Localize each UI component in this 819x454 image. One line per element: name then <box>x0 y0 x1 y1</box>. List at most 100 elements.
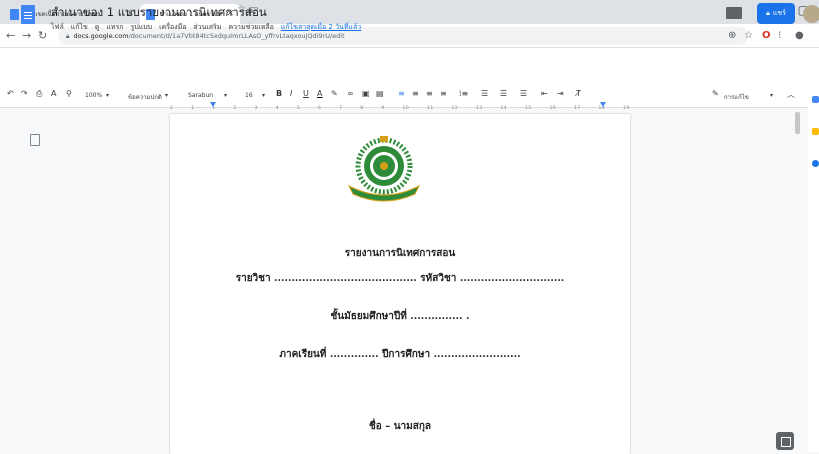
align-justify-icon[interactable]: ≡ <box>440 89 447 98</box>
zoom-select[interactable]: 100% <box>85 92 102 99</box>
chevron-up-icon[interactable]: ︿ <box>787 89 795 100</box>
menu-insert[interactable]: แทรก <box>106 22 123 33</box>
menu-file[interactable]: ไฟล์ <box>51 22 64 33</box>
undo-icon[interactable]: ↶ <box>7 89 14 98</box>
ruler-tick: 1 <box>191 105 195 111</box>
last-edit-link[interactable]: แก้ไขล่าสุดเมื่อ 2 วันที่แล้ว <box>281 22 361 33</box>
text-color-icon[interactable]: A <box>317 89 322 98</box>
indent-marker-icon[interactable] <box>210 102 216 107</box>
tasks-icon[interactable] <box>812 160 819 167</box>
spellcheck-icon[interactable]: A <box>51 89 56 98</box>
align-right-icon[interactable]: ≡ <box>426 89 433 98</box>
comment-add-icon[interactable]: ▣ <box>362 89 370 98</box>
chevron-down-icon: ▾ <box>262 92 266 99</box>
title-icons: ☆ ▭ <box>237 4 259 15</box>
grade-line: ชั้นมัธยมศึกษาปีที่ ............... . <box>330 311 470 322</box>
pencil-icon: ✎ <box>712 89 719 98</box>
align-left-icon[interactable]: ≡ <box>398 89 405 98</box>
avatar[interactable] <box>803 5 819 23</box>
move-folder-icon[interactable]: ▭ <box>249 4 258 15</box>
style-select[interactable]: ข้อความปกติ <box>128 92 162 102</box>
menu-help[interactable]: ความช่วยเหลือ <box>228 22 273 33</box>
vertical-scrollbar[interactable] <box>795 112 800 134</box>
ruler-tick: 11 <box>427 105 434 111</box>
name-line: ชื่อ – นามสกุล <box>368 421 432 432</box>
url-host: docs.google.com <box>73 32 129 40</box>
ruler-tick: 10 <box>402 105 410 111</box>
ruler-tick: 8 <box>360 105 364 111</box>
ruler-tick: 13 <box>476 105 483 111</box>
docs-logo-icon[interactable] <box>21 5 35 24</box>
subject-line: รายวิชา ................................… <box>235 273 565 284</box>
docs-header <box>0 48 819 86</box>
document-title[interactable]: สำเนาของ 1 แบบรายงานการนิเทศการสอน <box>51 4 267 22</box>
ruler-tick: 17 <box>574 105 581 111</box>
document-heading: รายงานการนิเทศการสอน <box>344 248 456 259</box>
school-logo <box>347 136 421 202</box>
align-center-icon[interactable]: ≡ <box>412 89 419 98</box>
decrease-indent-icon[interactable]: ⇤ <box>541 89 548 98</box>
menu-edit[interactable]: แก้ไข <box>71 22 88 33</box>
line-spacing-icon[interactable]: ⁞≡ <box>459 89 468 98</box>
ruler-tick: 9 <box>381 105 385 111</box>
ruler-tick: 12 <box>451 105 459 111</box>
editing-mode-select[interactable]: การแก้ไข <box>724 92 749 102</box>
checklist-icon[interactable]: ☰ <box>481 89 488 98</box>
side-panel <box>808 86 819 452</box>
back-icon[interactable]: ← <box>6 29 15 42</box>
chevron-down-icon: ▾ <box>165 92 169 99</box>
share-label: แชร์ <box>772 9 786 17</box>
ruler-tick: 14 <box>500 105 508 111</box>
chevron-down-icon: ▾ <box>770 92 774 99</box>
numbered-list-icon[interactable]: ☰ <box>520 89 527 98</box>
ruler-tick: 7 <box>339 105 343 111</box>
keep-icon[interactable] <box>812 128 819 135</box>
ruler-tick: 6 <box>317 105 322 111</box>
share-button[interactable]: 🔒︎ แชร์ <box>757 3 795 24</box>
ruler-tick: 15 <box>525 105 532 111</box>
highlight-icon[interactable]: ✎ <box>331 89 338 98</box>
underline-icon[interactable]: U <box>303 89 309 98</box>
redo-icon[interactable]: ↷ <box>21 89 28 98</box>
menu-bar: ไฟล์ แก้ไข ดู แทรก รูปแบบ เครื่องมือ ส่ว… <box>51 22 361 33</box>
term-line: ภาคเรียนที่ .............. ปีการศึกษา ..… <box>279 349 521 360</box>
ruler-tick: 2 <box>170 105 174 111</box>
ruler-tick: 19 <box>623 105 630 111</box>
url-path: /document/d/1a7Vbt84tcSxdquImrLLAsO_yffr… <box>128 32 345 40</box>
extension-icon[interactable]: ⁝ <box>778 30 781 41</box>
star-icon[interactable]: ☆ <box>237 4 246 15</box>
menu-format[interactable]: รูปแบบ <box>131 22 153 33</box>
paint-format-icon[interactable]: ⚲ <box>66 89 72 98</box>
opera-extension-icon[interactable]: O <box>762 30 771 41</box>
forward-icon[interactable]: → <box>22 29 31 42</box>
increase-indent-icon[interactable]: ⇥ <box>557 89 564 98</box>
profile-icon[interactable]: ● <box>795 30 804 41</box>
font-size-input[interactable]: 16 <box>245 92 253 99</box>
italic-icon[interactable]: I <box>290 89 292 98</box>
explore-icon[interactable] <box>776 432 794 450</box>
chevron-down-icon: ▾ <box>106 92 110 99</box>
clear-formatting-icon[interactable]: T̸ <box>576 89 581 98</box>
document-outline-icon[interactable] <box>30 134 40 146</box>
star-icon[interactable]: ☆ <box>744 30 753 41</box>
font-select[interactable]: Sarabun <box>188 92 213 99</box>
ruler-tick: 3 <box>254 105 258 111</box>
bulleted-list-icon[interactable]: ☰ <box>500 89 507 98</box>
menu-tools[interactable]: เครื่องมือ <box>159 22 186 33</box>
ruler-tick: 5 <box>296 105 301 111</box>
comment-icon[interactable] <box>726 7 742 19</box>
reload-icon[interactable]: ↻ <box>38 29 47 42</box>
docs-favicon-icon <box>10 8 19 20</box>
indent-marker-icon[interactable] <box>600 102 606 107</box>
chevron-down-icon: ▾ <box>224 92 228 99</box>
bold-icon[interactable]: B <box>276 89 282 98</box>
ruler[interactable]: 2 1 1 2 3 4 5 6 7 8 9 10 11 12 13 14 15 16 17 18 19 <box>170 103 630 113</box>
calendar-icon[interactable] <box>812 96 819 103</box>
image-icon[interactable]: ▤ <box>376 89 384 98</box>
menu-view[interactable]: ดู <box>95 22 100 33</box>
lock-icon: 🔒︎ <box>766 9 770 17</box>
link-icon[interactable]: ∞ <box>347 89 354 98</box>
print-icon[interactable]: ⎙ <box>36 89 42 99</box>
zoom-icon[interactable]: ⊕ <box>728 30 736 41</box>
menu-addons[interactable]: ส่วนเสริม <box>193 22 221 33</box>
